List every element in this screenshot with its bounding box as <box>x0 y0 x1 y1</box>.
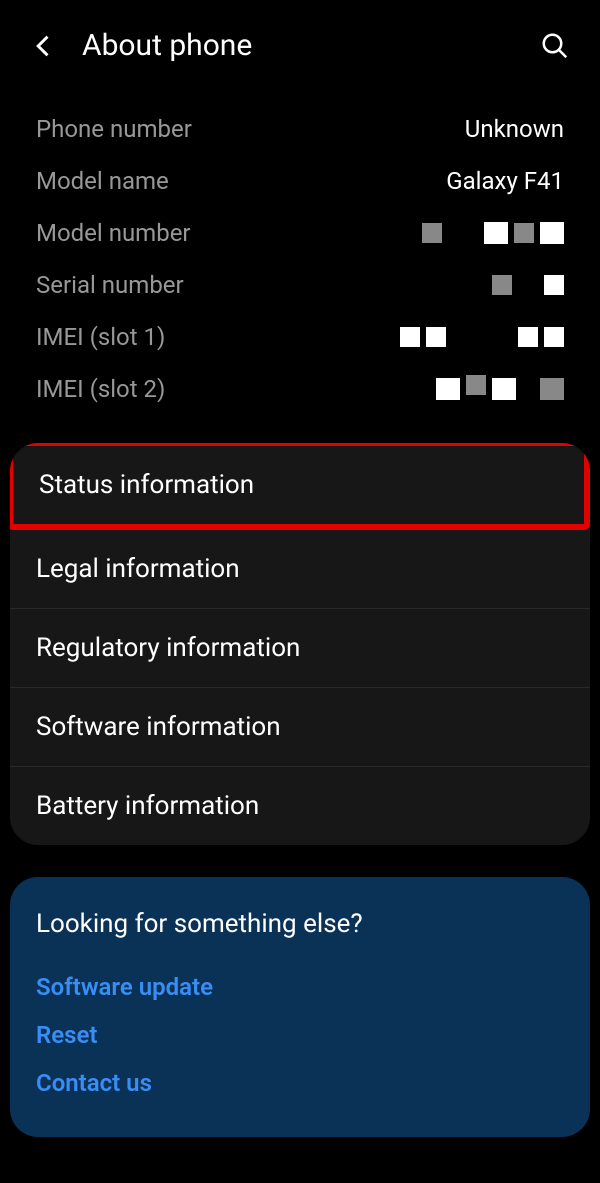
imei2-value-redacted <box>410 378 564 400</box>
software-information-label: Software information <box>36 712 281 742</box>
model-name-label: Model name <box>36 167 169 195</box>
status-information-label: Status information <box>39 470 254 500</box>
reset-link[interactable]: Reset <box>36 1011 564 1059</box>
battery-information-item[interactable]: Battery information <box>10 767 590 845</box>
legal-information-label: Legal information <box>36 554 240 584</box>
legal-information-item[interactable]: Legal information <box>10 530 590 609</box>
model-name-value: Galaxy F41 <box>446 167 564 195</box>
model-number-label: Model number <box>36 219 191 247</box>
suggestion-card: Looking for something else? Software upd… <box>10 877 590 1137</box>
serial-number-label: Serial number <box>36 271 184 299</box>
phone-number-row: Phone number Unknown <box>36 103 564 155</box>
serial-number-row: Serial number <box>36 259 564 311</box>
imei1-row: IMEI (slot 1) <box>36 311 564 363</box>
imei2-label: IMEI (slot 2) <box>36 375 165 403</box>
back-icon[interactable] <box>30 32 58 60</box>
imei2-row: IMEI (slot 2) <box>36 363 564 415</box>
regulatory-information-item[interactable]: Regulatory information <box>10 609 590 688</box>
model-number-value-redacted <box>422 222 564 244</box>
phone-number-value: Unknown <box>465 115 564 143</box>
imei1-value-redacted <box>400 327 564 347</box>
header: About phone <box>0 0 600 83</box>
options-card: Status information Legal information Reg… <box>10 443 590 845</box>
page-title: About phone <box>82 28 540 63</box>
imei1-label: IMEI (slot 1) <box>36 323 165 351</box>
model-name-row: Model name Galaxy F41 <box>36 155 564 207</box>
status-information-item[interactable]: Status information <box>10 443 590 530</box>
serial-number-value-redacted <box>492 275 564 295</box>
model-number-row: Model number <box>36 207 564 259</box>
contact-us-link[interactable]: Contact us <box>36 1059 564 1107</box>
phone-number-label: Phone number <box>36 115 192 143</box>
software-information-item[interactable]: Software information <box>10 688 590 767</box>
software-update-link[interactable]: Software update <box>36 963 564 1011</box>
regulatory-information-label: Regulatory information <box>36 633 300 663</box>
device-info-list: Phone number Unknown Model name Galaxy F… <box>0 83 600 425</box>
search-icon[interactable] <box>540 31 570 61</box>
battery-information-label: Battery information <box>36 791 259 821</box>
suggestion-title: Looking for something else? <box>36 909 564 939</box>
